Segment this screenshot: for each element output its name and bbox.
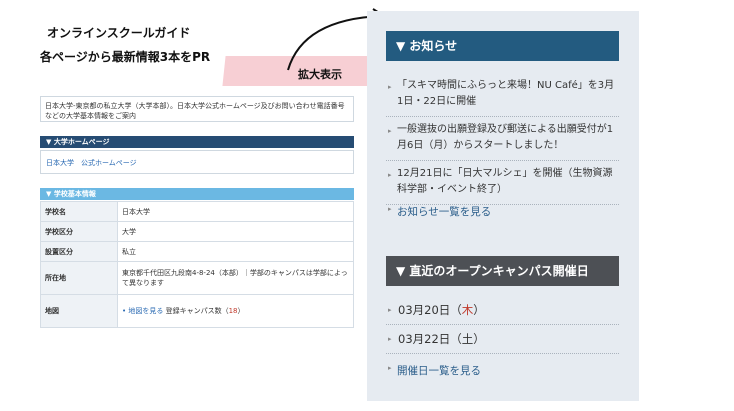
row-key: 地図 xyxy=(40,294,118,328)
news-item[interactable]: ▸ 「スキマ時間にふらっと来場！NU Café」を3月1日・22日に開催 xyxy=(386,73,619,117)
table-row: 学校名 日本大学 xyxy=(40,201,354,222)
triangle-right-icon: ▸ xyxy=(388,127,392,135)
homepage-section-header: ▼ 大学ホームページ xyxy=(40,136,354,148)
news-header: ▼ お知らせ xyxy=(386,31,619,61)
triangle-right-icon: ▸ xyxy=(388,205,392,213)
triangle-right-icon: ▸ xyxy=(388,83,392,91)
row-value: 大学 xyxy=(117,221,354,242)
table-row: 地図 • 地図を見る 登録キャンパス数（18） xyxy=(40,294,354,328)
news-item[interactable]: ▸ 12月21日に「日大マルシェ」を開催（生物資源科学部・イベント終了） xyxy=(386,161,619,205)
table-row: 設置区分 私立 xyxy=(40,241,354,262)
news-more-text: お知らせ一覧を見る xyxy=(397,206,492,218)
date-item[interactable]: ▸ 03月22日（土） xyxy=(386,325,619,354)
date-text: 03月22日（ xyxy=(398,332,462,346)
news-item-text: 一般選抜の出願登録及び郵送による出願受付が1月6日（月）からスタートしました！ xyxy=(397,124,614,151)
open-campus-more-link[interactable]: ▸ 開催日一覧を見る xyxy=(386,363,481,378)
triangle-right-icon: ▸ xyxy=(388,306,392,314)
triangle-right-icon: ▸ xyxy=(388,171,392,179)
open-campus-header: ▼ 直近のオープンキャンパス開催日 xyxy=(386,256,619,286)
campus-count-close: ） xyxy=(237,307,245,315)
date-weekday: 土 xyxy=(461,332,474,346)
row-value: 私立 xyxy=(117,241,354,262)
campus-count-label: 登録キャンパス数（ xyxy=(165,307,229,315)
open-campus-more-text: 開催日一覧を見る xyxy=(397,365,481,377)
date-text: 03月20日（ xyxy=(398,303,462,317)
map-link[interactable]: • 地図を見る xyxy=(122,307,163,315)
row-value: 日本大学 xyxy=(117,201,354,222)
homepage-link[interactable]: 日本大学 公式ホームページ xyxy=(46,159,137,167)
news-item[interactable]: ▸ 一般選抜の出願登録及び郵送による出願受付が1月6日（月）からスタートしました… xyxy=(386,117,619,161)
table-row: 所在地 東京都千代田区九段南4-8-24（本部）｜学部のキャンパスは学部によって… xyxy=(40,261,354,295)
caption-subtitle: 各ページから最新情報3本をPR xyxy=(40,50,211,64)
date-item[interactable]: ▸ 03月20日（木） xyxy=(386,296,619,325)
news-list: ▸ 「スキマ時間にふらっと来場！NU Café」を3月1日・22日に開催 ▸ 一… xyxy=(386,73,619,205)
caption-title: オンラインスクールガイド xyxy=(47,26,191,40)
date-close: ） xyxy=(473,332,485,346)
intro-text: 日本大学-東京都の私立大学（大学本部）。日本大学公式ホームページ及びお問い合わせ… xyxy=(40,96,354,122)
row-value: • 地図を見る 登録キャンパス数（18） xyxy=(117,294,354,328)
row-value: 東京都千代田区九段南4-8-24（本部）｜学部のキャンパスは学部によって異なりま… xyxy=(117,261,354,295)
campus-count: 18 xyxy=(228,307,238,315)
row-key: 学校名 xyxy=(40,201,118,222)
row-key: 学校区分 xyxy=(40,221,118,242)
news-more-link[interactable]: ▸ お知らせ一覧を見る xyxy=(386,204,491,219)
triangle-right-icon: ▸ xyxy=(388,364,392,372)
date-close: ） xyxy=(473,303,485,317)
row-key: 所在地 xyxy=(40,261,118,295)
homepage-box: 日本大学 公式ホームページ xyxy=(40,150,354,174)
triangle-right-icon: ▸ xyxy=(388,335,392,343)
open-campus-dates: ▸ 03月20日（木） ▸ 03月22日（土） xyxy=(386,296,619,354)
table-row: 学校区分 大学 xyxy=(40,221,354,242)
zoomed-panel: ▼ お知らせ ▸ 「スキマ時間にふらっと来場！NU Café」を3月1日・22日… xyxy=(367,11,639,401)
news-item-text: 12月21日に「日大マルシェ」を開催（生物資源科学部・イベント終了） xyxy=(397,168,613,195)
school-info-table: 学校名 日本大学 学校区分 大学 設置区分 私立 所在地 東京都千代田区九段南4… xyxy=(40,201,354,328)
news-item-text: 「スキマ時間にふらっと来場！NU Café」を3月1日・22日に開催 xyxy=(397,80,615,107)
school-info-header: ▼ 学校基本情報 xyxy=(40,188,354,200)
row-key: 設置区分 xyxy=(40,241,118,262)
date-weekday: 木 xyxy=(461,303,474,317)
mini-page-preview: 日本大学-東京都の私立大学（大学本部）。日本大学公式ホームページ及びお問い合わせ… xyxy=(40,96,354,328)
